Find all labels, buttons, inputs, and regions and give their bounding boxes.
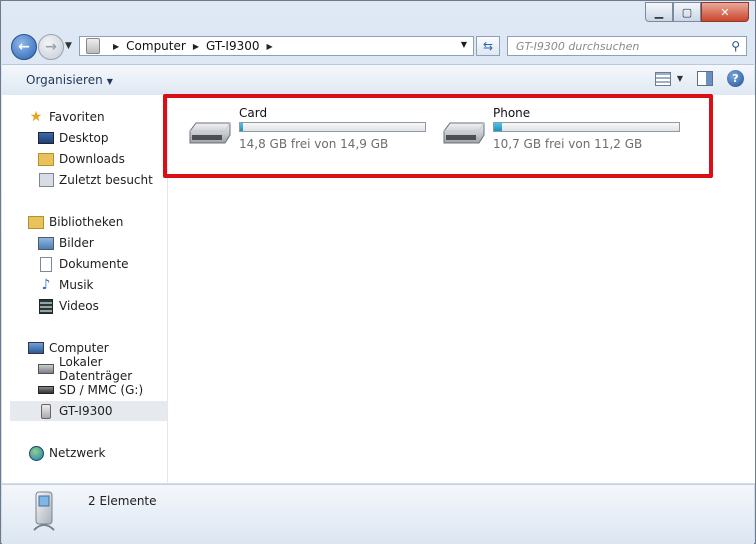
sidebar-item-local-disk[interactable]: Lokaler Datenträger xyxy=(38,355,167,383)
videos-icon xyxy=(38,298,54,314)
sidebar-item-music[interactable]: ♪ Musik xyxy=(38,275,94,295)
breadcrumb-separator-icon[interactable]: ▶ xyxy=(193,42,199,51)
recent-places-icon xyxy=(38,173,54,187)
breadcrumb-separator-icon[interactable]: ▶ xyxy=(113,42,119,51)
sidebar-item-label: GT-I9300 xyxy=(59,404,113,418)
address-dropdown-icon[interactable]: ▼ xyxy=(461,40,467,49)
maximize-button[interactable]: ▢ xyxy=(673,2,701,22)
navigation-pane: ★ Favoriten Desktop Downloads Zuletzt be… xyxy=(2,95,168,483)
sidebar-item-downloads[interactable]: Downloads xyxy=(38,149,125,169)
drive-free-space: 14,8 GB frei von 14,9 GB xyxy=(239,137,389,151)
sidebar-item-label: SD / MMC (G:) xyxy=(59,383,144,397)
title-bar: ▁ ▢ ✕ xyxy=(1,1,755,31)
back-button[interactable]: ← xyxy=(11,34,37,60)
command-bar: Organisieren ▼ ▼ ? xyxy=(2,64,754,96)
address-bar[interactable]: ▶ Computer ▶ GT-I9300 ▶ ▼ xyxy=(79,36,474,56)
close-button[interactable]: ✕ xyxy=(701,2,749,22)
star-icon: ★ xyxy=(29,109,43,125)
minimize-icon: ▁ xyxy=(654,5,664,19)
downloads-folder-icon xyxy=(38,152,54,166)
organize-label: Organisieren xyxy=(26,73,103,87)
explorer-window: ▁ ▢ ✕ ← → ▼ ▶ Computer ▶ GT-I9300 ▶ ▼ ⇆ … xyxy=(0,0,756,544)
back-arrow-icon: ← xyxy=(18,39,30,55)
organize-button[interactable]: Organisieren ▼ xyxy=(26,73,113,87)
device-icon xyxy=(86,38,100,54)
content-pane: Card 14,8 GB frei von 14,9 GB Phone 10,7… xyxy=(168,95,755,483)
sidebar-item-label: Musik xyxy=(59,278,94,292)
pictures-icon xyxy=(38,236,54,250)
documents-icon xyxy=(38,256,54,272)
sidebar-item-label: Dokumente xyxy=(59,257,129,271)
chevron-down-icon: ▼ xyxy=(106,77,113,86)
sidebar-item-label: Computer xyxy=(49,341,109,355)
breadcrumb-computer[interactable]: Computer xyxy=(126,39,186,53)
music-icon: ♪ xyxy=(41,277,51,293)
view-options-dropdown-icon[interactable]: ▼ xyxy=(677,74,683,83)
sidebar-item-favorites[interactable]: ★ Favoriten xyxy=(28,107,105,127)
breadcrumb: ▶ Computer ▶ GT-I9300 ▶ xyxy=(106,39,280,53)
desktop-icon xyxy=(38,131,54,145)
refresh-button[interactable]: ⇆ xyxy=(476,36,500,56)
close-icon: ✕ xyxy=(720,5,730,19)
computer-icon xyxy=(28,341,44,355)
drive-name: Phone xyxy=(493,106,531,120)
navigation-row: ← → ▼ ▶ Computer ▶ GT-I9300 ▶ ▼ ⇆ ⚲ xyxy=(1,31,755,63)
command-bar-right: ▼ ? xyxy=(654,70,744,87)
sidebar-item-gt-i9300[interactable]: GT-I9300 xyxy=(10,401,167,421)
storage-drive-icon xyxy=(189,122,231,144)
sidebar-item-sd-card[interactable]: SD / MMC (G:) xyxy=(38,380,143,400)
drive-free-space: 10,7 GB frei von 11,2 GB xyxy=(493,137,643,151)
details-pane: 2 Elemente xyxy=(2,484,754,544)
sidebar-item-documents[interactable]: Dokumente xyxy=(38,254,129,274)
drive-usage-bar xyxy=(493,122,680,132)
sidebar-item-label: Bibliotheken xyxy=(49,215,124,229)
sidebar-item-desktop[interactable]: Desktop xyxy=(38,128,109,148)
phone-icon xyxy=(38,403,54,419)
removable-drive-icon xyxy=(38,383,54,397)
breadcrumb-device[interactable]: GT-I9300 xyxy=(206,39,260,53)
refresh-icon: ⇆ xyxy=(482,39,494,53)
storage-drive-icon xyxy=(443,122,485,144)
item-count: 2 Elemente xyxy=(88,494,157,508)
recent-pages-dropdown[interactable]: ▼ xyxy=(65,41,72,51)
drive-usage-fill xyxy=(494,123,503,131)
forward-button[interactable]: → xyxy=(38,34,64,60)
breadcrumb-separator-icon[interactable]: ▶ xyxy=(266,42,272,51)
drive-usage-fill xyxy=(240,123,243,131)
sidebar-item-label: Netzwerk xyxy=(49,446,106,460)
sidebar-item-label: Zuletzt besucht xyxy=(59,173,153,187)
drive-phone[interactable]: Phone 10,7 GB frei von 11,2 GB xyxy=(441,105,691,155)
preview-pane-icon[interactable] xyxy=(697,71,713,86)
sidebar-item-label: Desktop xyxy=(59,131,109,145)
drive-usage-bar xyxy=(239,122,426,132)
libraries-icon xyxy=(28,215,44,229)
sidebar-item-label: Videos xyxy=(59,299,99,313)
minimize-button[interactable]: ▁ xyxy=(645,2,673,22)
sidebar-item-label: Lokaler Datenträger xyxy=(59,355,133,383)
sidebar-item-network[interactable]: Netzwerk xyxy=(28,443,105,463)
phone-device-icon xyxy=(33,491,55,531)
sidebar-item-label: Downloads xyxy=(59,152,125,166)
sidebar-item-label: Favoriten xyxy=(49,110,105,124)
help-icon[interactable]: ? xyxy=(727,70,744,87)
forward-arrow-icon: → xyxy=(45,39,57,55)
sidebar-item-pictures[interactable]: Bilder xyxy=(38,233,94,253)
drive-name: Card xyxy=(239,106,268,120)
local-disk-icon xyxy=(38,362,54,376)
sidebar-item-label: Bilder xyxy=(59,236,94,250)
search-box[interactable]: ⚲ xyxy=(507,36,747,56)
sidebar-item-recent[interactable]: Zuletzt besucht xyxy=(38,170,153,190)
search-input[interactable] xyxy=(514,39,718,54)
sidebar-item-libraries[interactable]: Bibliotheken xyxy=(28,212,123,232)
search-icon[interactable]: ⚲ xyxy=(731,39,740,53)
maximize-icon: ▢ xyxy=(681,5,693,19)
network-icon xyxy=(28,445,44,461)
drive-card[interactable]: Card 14,8 GB frei von 14,9 GB xyxy=(187,105,437,155)
sidebar-item-videos[interactable]: Videos xyxy=(38,296,99,316)
change-view-icon[interactable] xyxy=(654,71,671,86)
window-controls: ▁ ▢ ✕ xyxy=(645,2,749,22)
